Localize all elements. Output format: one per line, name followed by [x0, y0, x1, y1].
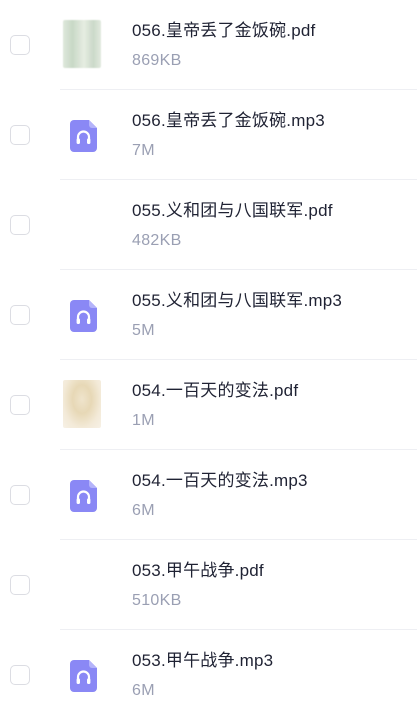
file-size: 7M — [132, 142, 155, 159]
pdf-thumbnail-icon — [63, 380, 101, 428]
row-checkbox[interactable] — [10, 305, 30, 325]
file-row[interactable]: 055.义和团与八国联军.pdf 482KB — [0, 180, 417, 270]
file-size: 6M — [132, 682, 155, 699]
audio-file-icon — [70, 480, 97, 512]
file-size: 6M — [132, 502, 155, 519]
pdf-thumbnail-icon — [63, 20, 101, 68]
file-list: 056.皇帝丢了金饭碗.pdf 869KB 056.皇帝丢了金饭碗.mp3 7M… — [0, 0, 417, 711]
file-size: 482KB — [132, 232, 182, 249]
file-size: 5M — [132, 322, 155, 339]
file-name: 054.一百天的变法.pdf — [132, 381, 299, 400]
audio-file-icon — [70, 120, 97, 152]
row-checkbox[interactable] — [10, 35, 30, 55]
audio-file-icon — [70, 300, 97, 332]
file-size: 1M — [132, 412, 155, 429]
row-checkbox[interactable] — [10, 665, 30, 685]
file-row[interactable]: 053.甲午战争.mp3 6M — [0, 630, 417, 720]
file-name: 056.皇帝丢了金饭碗.mp3 — [132, 111, 325, 130]
file-name: 054.一百天的变法.mp3 — [132, 471, 308, 490]
file-row[interactable]: 054.一百天的变法.pdf 1M — [0, 360, 417, 450]
file-row[interactable]: 055.义和团与八国联军.mp3 5M — [0, 270, 417, 360]
file-name: 053.甲午战争.mp3 — [132, 651, 274, 670]
file-name: 055.义和团与八国联军.mp3 — [132, 291, 343, 310]
file-name: 055.义和团与八国联军.pdf — [132, 201, 333, 220]
file-row[interactable]: 056.皇帝丢了金饭碗.pdf 869KB — [0, 0, 417, 90]
row-checkbox[interactable] — [10, 485, 30, 505]
audio-file-icon — [70, 660, 97, 692]
row-checkbox[interactable] — [10, 125, 30, 145]
row-checkbox[interactable] — [10, 395, 30, 415]
file-size: 510KB — [132, 592, 182, 609]
file-row[interactable]: 053.甲午战争.pdf 510KB — [0, 540, 417, 630]
row-checkbox[interactable] — [10, 575, 30, 595]
row-checkbox[interactable] — [10, 215, 30, 235]
file-name: 056.皇帝丢了金饭碗.pdf — [132, 21, 316, 40]
file-row[interactable]: 054.一百天的变法.mp3 6M — [0, 450, 417, 540]
file-row[interactable]: 056.皇帝丢了金饭碗.mp3 7M — [0, 90, 417, 180]
file-size: 869KB — [132, 52, 182, 69]
file-name: 053.甲午战争.pdf — [132, 561, 264, 580]
